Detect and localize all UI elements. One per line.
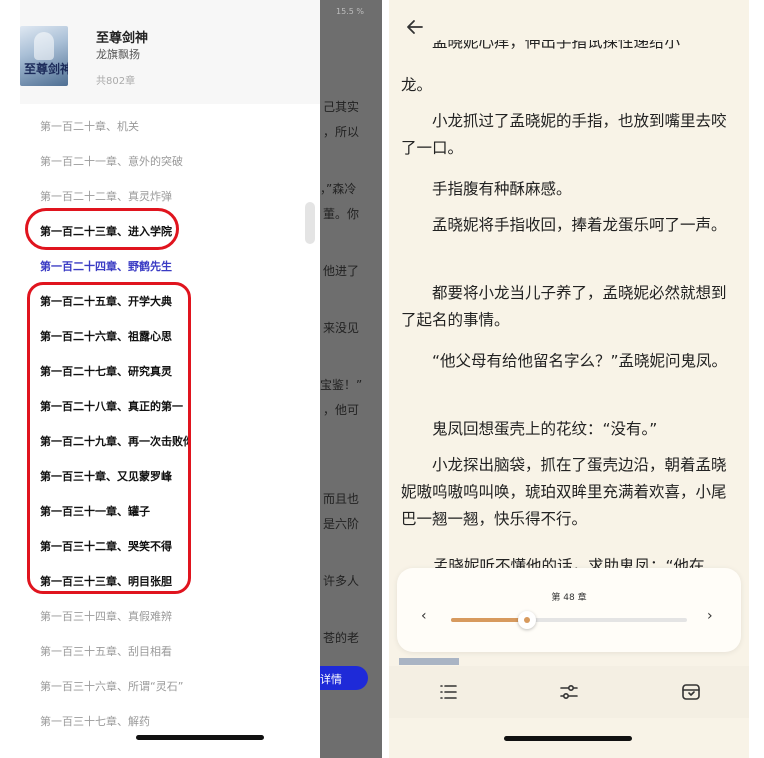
dimmed-text-fragment: 而且也 (323, 492, 360, 506)
slider-thumb[interactable] (517, 611, 536, 629)
dimmed-text-fragment: 苍的老 (323, 631, 360, 645)
chapter-item[interactable]: 第一百三十七章、解药 (40, 713, 190, 729)
reading-percent: 15.5 % (336, 7, 364, 16)
annotation-circle (25, 208, 179, 250)
paragraph: 小龙探出脑袋，抓在了蛋壳边沿，朝着孟晓妮嗷呜嗷呜叫唤，琥珀双眸里充满着欢喜，小尾… (401, 456, 727, 528)
annotation-circle (27, 282, 191, 594)
detail-button[interactable]: 详情 (320, 666, 368, 690)
dimmed-text-fragment: 是六阶 (323, 517, 360, 531)
book-title: 至尊剑神 (96, 31, 149, 46)
partial-line-bottom: 孟晓妮听不懂他的话，求助鬼凤：“他在 (433, 557, 705, 568)
book-cover: 至尊剑神 (20, 26, 68, 86)
dimmed-text-fragment: 来没见 (323, 321, 360, 335)
chapter-drawer: 至尊剑神 至尊剑神 龙旗飘扬 共802章 第一百二十章、机关 第一百二十一章、意外… (0, 0, 320, 758)
chapter-item[interactable]: 第一百二十四章、野鹤先生 (40, 258, 190, 274)
slider-fill (451, 618, 527, 622)
chapter-item[interactable]: 第一百二十二章、真灵炸弹 (40, 188, 190, 204)
reader-screen: 孟晓妮心痒，伸出手指试探性递给小 龙。小龙抓过了孟晓妮的手指，也放到嘴里去咬了一… (389, 0, 749, 758)
paragraph: 小龙抓过了孟晓妮的手指，也放到嘴里去咬了一口。 (401, 112, 727, 157)
scroll-handle[interactable] (305, 202, 315, 244)
prev-chapter-button[interactable]: ‹ (421, 608, 427, 624)
paragraph: 孟晓妮将手指收回，捧着龙蛋乐呵了一声。 (432, 216, 727, 234)
next-chapter-button[interactable]: › (707, 608, 713, 624)
partial-line-top: 孟晓妮心痒，伸出手指试探性递给小 (432, 40, 681, 51)
home-indicator (136, 735, 264, 740)
paragraph: “他父母有给他留名字么？”孟晓妮问鬼凤。 (432, 352, 728, 370)
book-author: 龙旗飘扬 (96, 48, 140, 61)
chapter-item[interactable]: 第一百三十五章、刮目相看 (40, 643, 190, 659)
dimmed-text-fragment: ，他可 (323, 403, 360, 417)
home-indicator (504, 736, 632, 741)
chapter-indicator: 第 48 章 (551, 593, 587, 603)
ad-strip (399, 658, 459, 665)
dimmed-text-fragment: 他进了 (323, 264, 360, 278)
chapter-item[interactable]: 第一百二十章、机关 (40, 118, 190, 134)
chapter-drawer-screen: 至尊剑神 至尊剑神 龙旗飘扬 共802章 第一百二十章、机关 第一百二十一章、意外… (0, 0, 382, 758)
cover-figure (34, 32, 54, 60)
bottom-toolbar (389, 666, 749, 718)
chapter-slider[interactable] (451, 611, 687, 629)
paragraph: 鬼凤回想蛋壳上的花纹：“没有。” (432, 420, 658, 438)
chapter-item[interactable]: 第一百三十四章、真假难辨 (40, 608, 190, 624)
cover-title: 至尊剑神 (24, 62, 68, 76)
paragraph: 都要将小龙当儿子养了，孟晓妮必然就想到了起名的事情。 (401, 284, 727, 329)
chapter-item[interactable]: 第一百二十一章、意外的突破 (40, 153, 190, 169)
paragraph: 龙。 (401, 76, 433, 94)
dimmed-reader-page[interactable]: 15.5 % 己其实 ，所以 ，”森冷董。你他进了来没见宝鉴！” ，他可而且也是六阶许… (320, 0, 382, 758)
paragraph: 手指腹有种酥麻感。 (432, 180, 572, 198)
chapter-item[interactable]: 第一百三十六章、所谓“灵石” (40, 678, 190, 694)
bookmark-icon[interactable] (679, 680, 703, 704)
chapter-count: 共802章 (96, 76, 136, 87)
dimmed-text-fragment: 许多人 (323, 574, 360, 588)
dimmed-text-fragment: ，”森冷 (320, 182, 357, 196)
dimmed-text-fragment: 己其实 (323, 100, 360, 114)
chapter-progress-panel: 第 48 章 ‹ › (397, 568, 741, 652)
dimmed-text-fragment: 董。你 (323, 207, 360, 221)
settings-icon[interactable] (557, 680, 581, 704)
dimmed-text-fragment: 宝鉴！” (320, 378, 363, 392)
catalog-icon[interactable] (437, 680, 461, 704)
detail-button-label: 详情 (320, 673, 342, 686)
dimmed-text-fragment: ，所以 (323, 125, 360, 139)
back-arrow-icon[interactable] (404, 16, 430, 42)
